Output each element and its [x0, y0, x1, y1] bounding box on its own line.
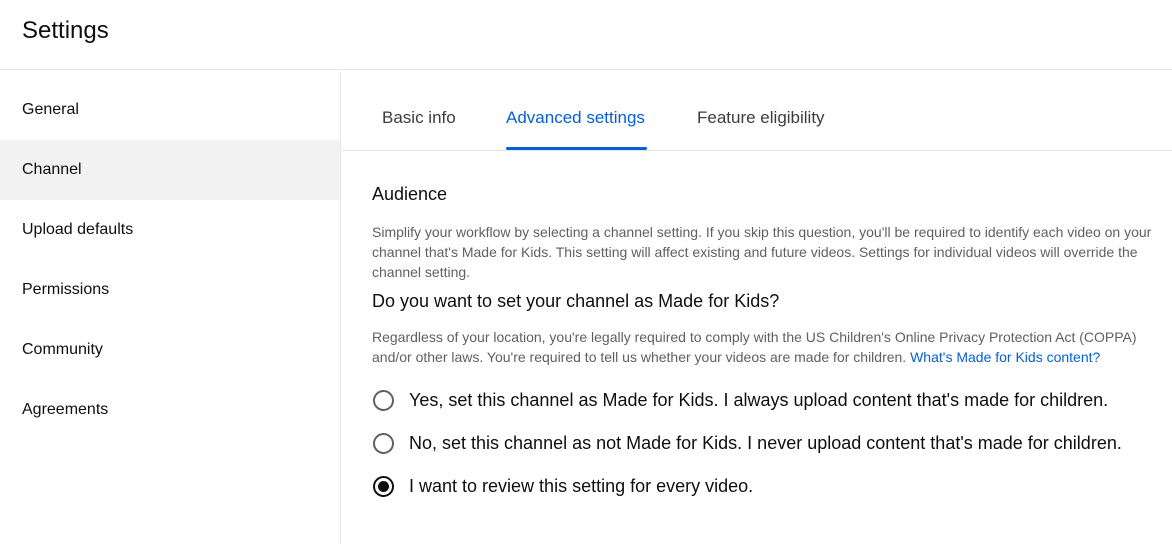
channel-settings-panel: Basic info Advanced settings Feature eli…	[342, 71, 1172, 544]
radio-button[interactable]	[373, 390, 394, 411]
option-not-made-for-kids[interactable]: No, set this channel as not Made for Kid…	[372, 422, 1162, 465]
made-for-kids-question: Do you want to set your channel as Made …	[372, 291, 780, 311]
sidebar-item-channel[interactable]: Channel	[0, 140, 340, 200]
radio-button[interactable]	[373, 433, 394, 454]
sidebar-item-permissions[interactable]: Permissions	[0, 260, 340, 320]
audience-title: Audience	[372, 184, 448, 204]
option-made-for-kids[interactable]: Yes, set this channel as Made for Kids. …	[372, 379, 1162, 422]
sidebar-item-upload-defaults[interactable]: Upload defaults	[0, 200, 340, 260]
sidebar-item-general[interactable]: General	[0, 80, 340, 140]
made-for-kids-radio-group: Yes, set this channel as Made for Kids. …	[372, 379, 1162, 508]
tab-feature-eligibility[interactable]: Feature eligibility	[697, 108, 825, 148]
tab-basic-info[interactable]: Basic info	[382, 108, 456, 148]
option-label: Yes, set this channel as Made for Kids. …	[409, 390, 1109, 410]
made-for-kids-link[interactable]: What's Made for Kids content?	[910, 349, 1100, 365]
tab-advanced-settings[interactable]: Advanced settings	[506, 108, 645, 148]
option-review-every-video[interactable]: I want to review this setting for every …	[372, 465, 1162, 508]
option-label: No, set this channel as not Made for Kid…	[409, 433, 1122, 453]
audience-section: Audience Simplify your workflow by selec…	[372, 184, 1162, 508]
radio-button-selected[interactable]	[373, 476, 394, 497]
settings-sidebar: General Channel Upload defaults Permissi…	[0, 71, 341, 544]
page-title: Settings	[22, 17, 109, 44]
audience-description: Simplify your workflow by selecting a ch…	[372, 224, 1152, 280]
active-tab-indicator	[506, 147, 647, 150]
coppa-notice: Regardless of your location, you're lega…	[372, 327, 1162, 367]
sidebar-item-community[interactable]: Community	[0, 320, 340, 380]
settings-header: Settings	[0, 0, 1172, 70]
sidebar-item-agreements[interactable]: Agreements	[0, 380, 340, 440]
option-label: I want to review this setting for every …	[409, 476, 754, 496]
tab-bar: Basic info Advanced settings Feature eli…	[342, 71, 1172, 151]
